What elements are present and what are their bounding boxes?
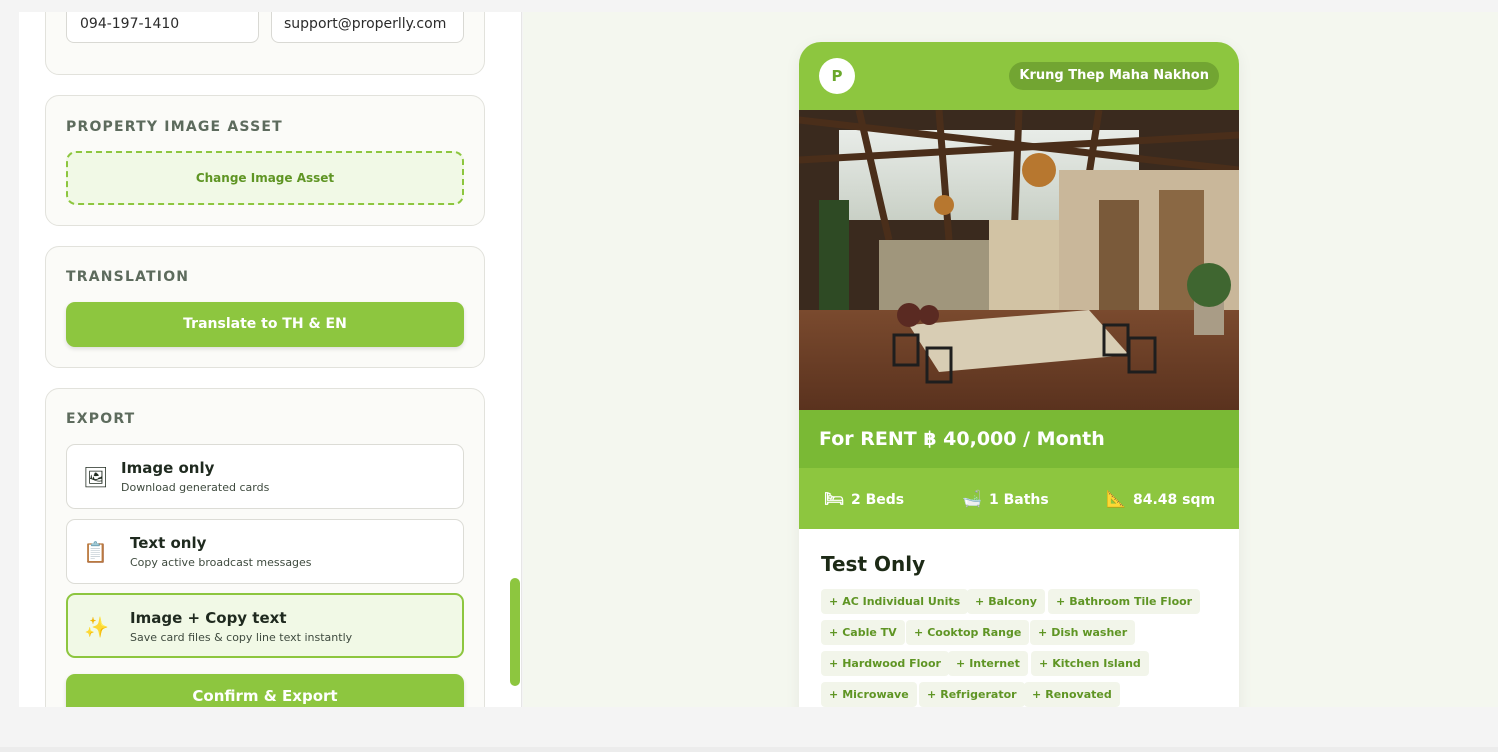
card-header: P Krung Thep Maha Nakhon <box>799 42 1239 110</box>
amenity-tag: + Bathroom Tile Floor <box>1048 589 1201 614</box>
beds-label: 2 Beds <box>851 492 905 508</box>
framed-picture-icon: 🖼 <box>83 465 109 489</box>
option-description: Download generated cards <box>121 481 270 494</box>
settings-panel: 094-197-1410 support@properlly.com PROPE… <box>19 12 522 707</box>
image-asset-card: PROPERTY IMAGE ASSET Change Image Asset <box>45 95 485 226</box>
beds-stat: 🛏 2 Beds <box>823 468 904 529</box>
option-title: Text only <box>130 534 207 552</box>
image-asset-title: PROPERTY IMAGE ASSET <box>66 119 283 135</box>
property-stats: 🛏 2 Beds 🛁 1 Baths 📐 84.48 sqm <box>799 468 1239 529</box>
change-image-button[interactable]: Change Image Asset <box>66 151 464 205</box>
area-stat: 📐 84.48 sqm <box>1105 468 1215 529</box>
translation-title: TRANSLATION <box>66 269 190 285</box>
clipboard-icon: 📋 <box>83 540 108 564</box>
option-title: Image only <box>121 459 215 477</box>
option-description: Save card files & copy line text instant… <box>130 631 353 644</box>
amenity-tag: + Renovated <box>1024 682 1120 707</box>
property-photo <box>799 110 1239 410</box>
area-label: 84.48 sqm <box>1133 492 1216 508</box>
amenity-tag: + Dish washer <box>1030 620 1136 645</box>
amenity-tag: + Cable TV <box>821 620 905 645</box>
phone-input[interactable]: 094-197-1410 <box>66 12 259 43</box>
price-banner: For RENT ฿ 40,000 / Month <box>799 410 1239 468</box>
preview-area: P Krung Thep Maha Nakhon For RENT ฿ 40,0… <box>523 12 1498 707</box>
contact-card: 094-197-1410 support@properlly.com <box>45 12 485 75</box>
export-card: EXPORT 🖼 Image only Download generated c… <box>45 388 485 707</box>
translate-button[interactable]: Translate to TH & EN <box>66 302 464 347</box>
translation-card: TRANSLATION Translate to TH & EN <box>45 246 485 368</box>
export-option-image-only[interactable]: 🖼 Image only Download generated cards <box>66 444 464 509</box>
scrollbar-thumb[interactable] <box>510 578 520 686</box>
amenity-tag: + Cooktop Range <box>906 620 1030 645</box>
amenity-tag: + Hardwood Floor <box>821 651 949 676</box>
confirm-export-button[interactable]: Confirm & Export <box>66 674 464 707</box>
baths-label: 1 Baths <box>989 492 1049 508</box>
window-bottom-edge <box>0 747 1498 752</box>
amenity-tag: + Internet <box>948 651 1028 676</box>
amenity-tag: + Refrigerator <box>919 682 1025 707</box>
amenity-tag: + Balcony <box>967 589 1045 614</box>
ruler-icon: 📐 <box>1106 489 1126 508</box>
option-description: Copy active broadcast messages <box>130 556 312 569</box>
brand-logo: P <box>819 58 855 94</box>
sparkles-icon: ✨ <box>84 615 109 639</box>
location-badge: Krung Thep Maha Nakhon <box>1009 62 1219 90</box>
option-title: Image + Copy text <box>130 609 287 627</box>
baths-stat: 🛁 1 Baths <box>961 468 1049 529</box>
export-option-text-only[interactable]: 📋 Text only Copy active broadcast messag… <box>66 519 464 584</box>
bed-icon: 🛏 <box>823 489 845 508</box>
listing-title: Test Only <box>821 552 926 576</box>
amenity-tag: + AC Individual Units <box>821 589 969 614</box>
email-input[interactable]: support@properlly.com <box>271 12 464 43</box>
export-option-image-and-text[interactable]: ✨ Image + Copy text Save card files & co… <box>66 593 464 658</box>
property-card-preview: P Krung Thep Maha Nakhon For RENT ฿ 40,0… <box>799 42 1239 707</box>
bathtub-icon: 🛁 <box>962 489 982 508</box>
export-title: EXPORT <box>66 411 136 427</box>
amenity-tag: + Microwave <box>821 682 917 707</box>
amenity-tag: + Kitchen Island <box>1031 651 1149 676</box>
